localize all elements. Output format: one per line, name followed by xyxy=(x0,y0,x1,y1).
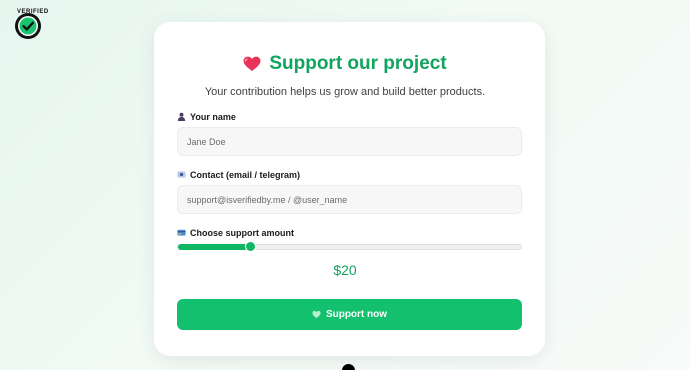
amount-slider-thumb[interactable] xyxy=(245,242,255,251)
support-now-label: Support now xyxy=(325,309,388,320)
amount-label-text: Choose support amount xyxy=(190,228,294,238)
page-indicator xyxy=(342,364,355,370)
amount-slider-fill xyxy=(178,244,247,250)
card-subtitle: Your contribution helps us grow and buil… xyxy=(204,86,486,98)
name-input[interactable] xyxy=(177,127,522,156)
heart-icon xyxy=(243,56,261,71)
amount-value: $20 xyxy=(333,262,357,278)
id-card-icon xyxy=(177,171,186,178)
contact-input[interactable] xyxy=(177,185,522,214)
name-label: Your name xyxy=(177,112,236,122)
heart-icon xyxy=(312,310,321,319)
amount-slider-track[interactable] xyxy=(177,244,522,250)
check-badge-icon xyxy=(15,13,41,39)
person-icon xyxy=(177,112,186,121)
contact-label: Contact (email / telegram) xyxy=(177,170,300,180)
support-now-button[interactable]: Support now xyxy=(177,299,522,330)
credit-card-icon xyxy=(177,229,186,236)
brand-logo-text: VERIFIED xyxy=(17,9,49,15)
card-title: Support our project xyxy=(0,53,690,75)
card-title-text: Support our project xyxy=(269,53,447,74)
amount-label: Choose support amount xyxy=(177,228,294,238)
contact-label-text: Contact (email / telegram) xyxy=(190,170,301,180)
name-label-text: Your name xyxy=(190,112,236,122)
